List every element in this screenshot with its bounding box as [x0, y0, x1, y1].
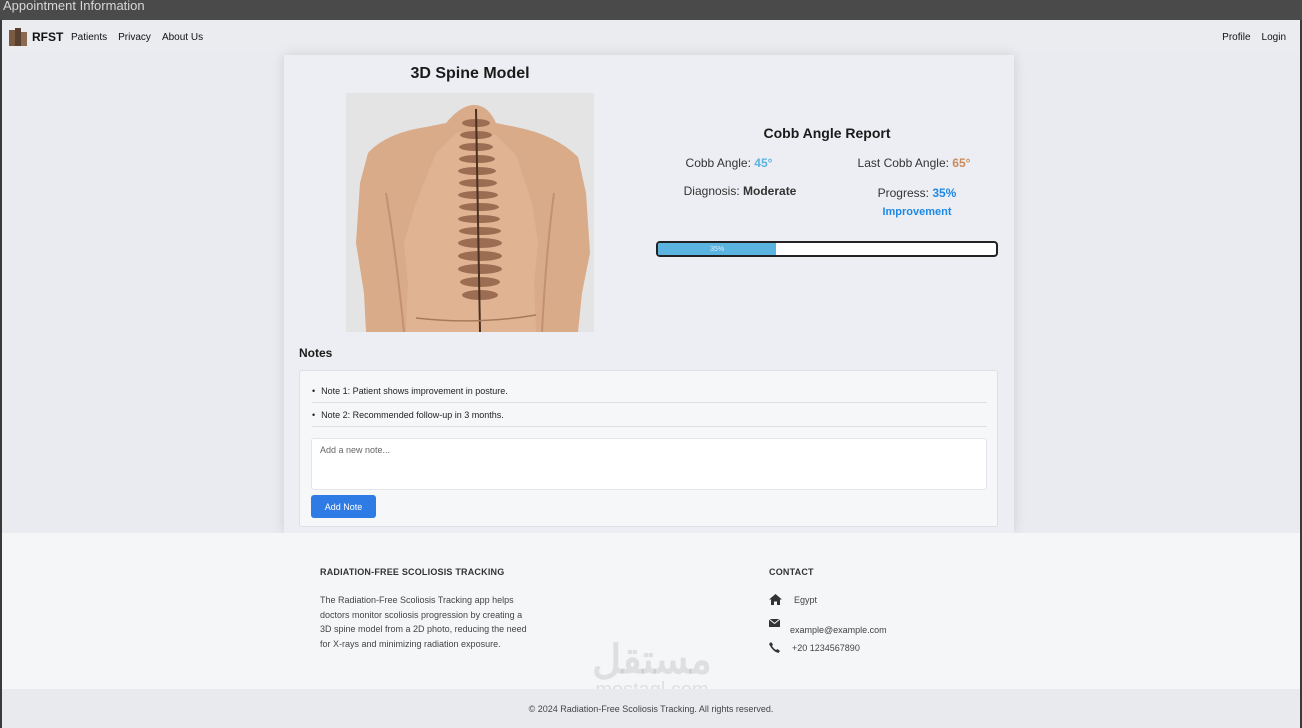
book-logo-icon [8, 28, 28, 46]
window-titlebar: Appointment Information [0, 0, 1302, 20]
nav-right: Profile Login [1222, 32, 1286, 43]
brand-name: RFST [32, 30, 64, 44]
note-item: Note 2: Recommended follow-up in 3 month… [312, 403, 987, 427]
copyright-bar: © 2024 Radiation-Free Scoliosis Tracking… [0, 689, 1302, 728]
spine-model-title: 3D Spine Model [410, 65, 530, 82]
home-icon [769, 594, 782, 605]
diagnosis-stat: Diagnosis: Moderate [670, 184, 810, 198]
footer-about-title: RADIATION-FREE SCOLIOSIS TRACKING [320, 567, 505, 577]
new-note-input[interactable] [311, 438, 987, 490]
add-note-button[interactable]: Add Note [311, 495, 376, 518]
diagnosis-label: Diagnosis: [683, 184, 740, 198]
nav-privacy[interactable]: Privacy [118, 32, 151, 43]
cobb-report-title: Cobb Angle Report [763, 125, 891, 141]
footer-contact-title: CONTACT [769, 567, 814, 577]
notes-panel: Note 1: Patient shows improvement in pos… [299, 370, 998, 527]
last-cobb-angle-label: Last Cobb Angle: [857, 156, 949, 170]
cobb-angle-stat: Cobb Angle: 45° [684, 156, 774, 170]
contact-email: example@example.com [769, 619, 887, 635]
nav-about-us[interactable]: About Us [162, 32, 203, 43]
contact-phone-text[interactable]: +20 1234567890 [792, 643, 860, 653]
cobb-angle-label: Cobb Angle: [685, 156, 751, 170]
contact-location-text: Egypt [794, 594, 818, 605]
last-cobb-angle-stat: Last Cobb Angle: 65° [844, 156, 984, 170]
progress-label: Progress: [877, 186, 929, 200]
contact-location: Egypt [769, 594, 817, 605]
notes-title: Notes [299, 346, 333, 360]
nav-profile[interactable]: Profile [1222, 32, 1250, 43]
progress-bar-label: 35% [710, 245, 725, 253]
spine-model-image [346, 93, 594, 332]
diagnosis-value: Moderate [743, 184, 797, 198]
copyright-text: © 2024 Radiation-Free Scoliosis Tracking… [528, 704, 774, 714]
progress-bar-fill: 35% [658, 243, 777, 255]
window-title: Appointment Information [3, 0, 145, 13]
cobb-angle-value: 45° [754, 156, 773, 170]
contact-phone: +20 1234567890 [769, 642, 860, 653]
appointment-card: 3D Spine Model Cobb Angle Report Cobb An… [284, 55, 1014, 533]
envelope-icon [769, 619, 780, 627]
footer-about-text: The Radiation-Free Scoliosis Tracking ap… [320, 595, 527, 649]
nav-links: Patients Privacy About Us [71, 32, 203, 43]
brand-link[interactable]: RFST [8, 28, 63, 46]
footer: RADIATION-FREE SCOLIOSIS TRACKING The Ra… [0, 533, 1302, 689]
navbar: RFST Patients Privacy About Us Profile L… [0, 20, 1302, 54]
phone-icon [769, 642, 780, 653]
progress-value: 35% [932, 186, 957, 200]
progress-bar: 35% [656, 241, 998, 257]
nav-login[interactable]: Login [1262, 32, 1286, 43]
progress-improvement-text: Improvement [882, 206, 952, 218]
nav-patients[interactable]: Patients [71, 32, 107, 43]
contact-email-text[interactable]: example@example.com [790, 625, 887, 635]
last-cobb-angle-value: 65° [952, 156, 971, 170]
progress-stat: Progress: 35% Improvement [862, 184, 972, 221]
note-item: Note 1: Patient shows improvement in pos… [312, 379, 987, 403]
